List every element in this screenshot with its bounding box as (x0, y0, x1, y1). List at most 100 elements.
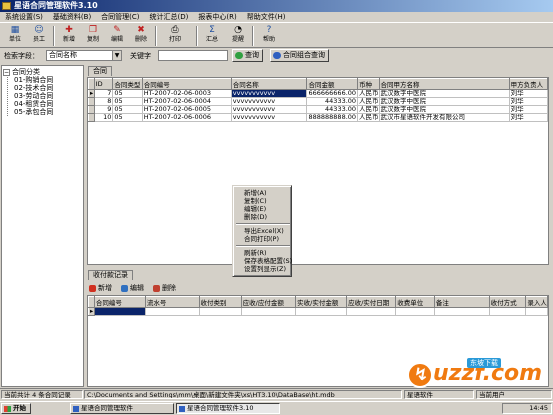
cell-type: 05 (112, 97, 143, 106)
menu-separator (236, 245, 290, 247)
ctx-save-layout[interactable]: 保存表格配置(S) (244, 257, 292, 265)
menu-basic[interactable]: 基础资料(B) (48, 12, 96, 22)
cell-party-a: 武汉数字中医院 (379, 105, 510, 114)
query-bar: 检索字段： 合同名称 ▼ 关键字 查询 合同组合查询 (0, 48, 553, 64)
col-contract-number[interactable]: 合同编号 (93, 296, 146, 308)
ctx-export-excel[interactable]: 导出Excel(X) (244, 227, 284, 235)
watermark-logo: ↯ (407, 362, 433, 388)
cell-number: HT-2007-02-06-0006 (142, 113, 232, 122)
window-titlebar: 星语合同管理软件3.10 (0, 0, 553, 12)
windows-logo-icon (4, 406, 11, 412)
search-icon (235, 52, 243, 59)
payment-edit-button[interactable]: 编辑 (121, 283, 144, 294)
menu-report[interactable]: 报表中心(R) (193, 12, 241, 22)
tab-payment-records[interactable]: 收付款记录 (88, 270, 133, 280)
toolbar-separator (53, 26, 55, 46)
query-button[interactable]: 查询 (232, 49, 263, 62)
col-remark[interactable]: 备注 (433, 296, 490, 308)
menu-stats[interactable]: 统计汇总(D) (145, 12, 194, 22)
staff-icon: ☺ (34, 25, 44, 35)
delete-icon (153, 285, 160, 292)
col-number[interactable]: 合同编号 (141, 78, 232, 90)
edit-button[interactable]: ✎ 编辑 (105, 24, 129, 47)
menu-contract[interactable]: 合同管理(C) (96, 12, 144, 22)
col-amount[interactable]: 合同金额 (306, 78, 359, 90)
copy-icon: ❐ (88, 25, 98, 35)
cell-party-a: 武汉市星语软件开发有限公司 (379, 113, 510, 122)
col-type[interactable]: 合同类型 (112, 78, 143, 90)
col-paid-amount[interactable]: 实收/实付金额 (295, 296, 348, 308)
ctx-column-display[interactable]: 设置列显示(Z) (244, 265, 286, 273)
status-user: 当前用户 (476, 390, 552, 399)
ctx-refresh[interactable]: 刷新(R) (244, 249, 267, 257)
col-party-a[interactable]: 合同甲方名称 (378, 78, 510, 90)
cell-amount: 666666666.00 (306, 89, 359, 98)
copy-button[interactable]: ❐ 复制 (81, 24, 105, 47)
cell-name: vvvvvvvvvvv (231, 97, 308, 106)
field-select[interactable]: 合同名称 ▼ (46, 50, 122, 61)
taskbar-item[interactable]: 星语合同管理软件 (70, 403, 174, 414)
collapse-icon[interactable]: − (3, 68, 10, 76)
ctx-add[interactable]: 新增(A) (244, 189, 267, 197)
reminder-button[interactable]: ◔ 提醒 (226, 24, 250, 47)
keyword-input[interactable] (158, 50, 228, 61)
add-button[interactable]: ✚ 新增 (57, 24, 81, 47)
status-count: 当前共计 4 条合同记录 (1, 390, 83, 399)
empty-cell (94, 307, 146, 316)
col-payee-unit[interactable]: 收费单位 (395, 296, 435, 308)
help-icon: ? (266, 25, 272, 35)
delete-button[interactable]: ✖ 删除 (129, 24, 153, 47)
col-party-a-lead[interactable]: 甲方负责人 (508, 78, 548, 90)
ctx-copy[interactable]: 复制(C) (244, 197, 267, 205)
toolbar-separator (196, 26, 198, 46)
cell-name: vvvvvvvvvvv (231, 113, 308, 122)
app-icon (73, 406, 79, 412)
cell-party-a-lead: 刘华 (509, 113, 548, 122)
cell-name: vvvvvvvvvvv (231, 89, 308, 98)
ctx-delete[interactable]: 删除(D) (244, 213, 267, 221)
col-due-amount[interactable]: 应收/应付金额 (240, 296, 297, 308)
col-id[interactable]: ID (93, 78, 114, 90)
menu-system[interactable]: 系统设置(S) (0, 12, 48, 22)
category-tree: − 合同分类 01-购销合同 02-技术合同 03-劳动合同 04-租赁合同 05… (1, 65, 84, 387)
window-title: 星语合同管理软件3.10 (14, 1, 98, 10)
cell-party-a: 武汉数字中医院 (379, 97, 510, 106)
table-row[interactable]: ▸ (88, 307, 548, 316)
col-currency[interactable]: 币种 (357, 78, 380, 90)
tab-contracts[interactable]: 合同 (88, 66, 112, 76)
combo-query-button[interactable]: 合同组合查询 (270, 49, 329, 62)
start-button[interactable]: 开始 (1, 403, 31, 414)
cell-id: 9 (94, 105, 114, 114)
col-entered-by[interactable]: 录入人 (525, 296, 548, 308)
cell-number: HT-2007-02-06-0004 (142, 97, 232, 106)
payment-delete-button[interactable]: 删除 (153, 283, 176, 294)
unit-button[interactable]: ▦ 单位 (3, 24, 27, 47)
cell-amount: 44333.00 (306, 97, 359, 106)
ctx-print[interactable]: 合同打印(P) (244, 235, 279, 243)
table-row[interactable]: 8 05 HT-2007-02-06-0004 vvvvvvvvvvv 4433… (88, 97, 548, 106)
menu-help[interactable]: 帮助文件(H) (242, 12, 291, 22)
cell-number: HT-2007-02-06-0003 (142, 89, 232, 98)
system-tray: 14:45 (502, 403, 552, 414)
help-button[interactable]: ? 帮助 (257, 24, 281, 47)
table-row[interactable]: 9 05 HT-2007-02-06-0005 vvvvvvvvvvv 4433… (88, 105, 548, 114)
table-row[interactable]: 10 05 HT-2007-02-06-0006 vvvvvvvvvvv 888… (88, 113, 548, 122)
staff-button[interactable]: ☺ 员工 (27, 24, 51, 47)
col-payment-method[interactable]: 收付方式 (488, 296, 527, 308)
table-row[interactable]: ▸ 7 05 HT-2007-02-06-0003 vvvvvvvvvvv 66… (88, 89, 548, 98)
search-icon (273, 52, 281, 59)
col-payment-date[interactable]: 应收/实付日期 (346, 296, 397, 308)
payment-add-button[interactable]: 新增 (89, 283, 112, 294)
print-button[interactable]: ⎙ 打印 (160, 24, 190, 47)
tree-line (7, 75, 8, 116)
col-serial[interactable]: 流水号 (144, 296, 200, 308)
summary-icon: Σ (209, 25, 215, 35)
taskbar: 开始 星语合同管理软件 星语合同管理软件3.10 14:45 (0, 401, 553, 415)
col-payment-category[interactable]: 收付类别 (198, 296, 242, 308)
tree-item[interactable]: 05-承包合同 (14, 108, 53, 117)
taskbar-item-active[interactable]: 星语合同管理软件3.10 (176, 403, 280, 414)
summary-button[interactable]: Σ 汇总 (200, 24, 224, 47)
col-name[interactable]: 合同名称 (230, 78, 308, 90)
ctx-edit[interactable]: 编辑(E) (244, 205, 266, 213)
context-menu: 新增(A) 复制(C) 编辑(E) 删除(D) 导出Excel(X) 合同打印(… (232, 185, 292, 277)
